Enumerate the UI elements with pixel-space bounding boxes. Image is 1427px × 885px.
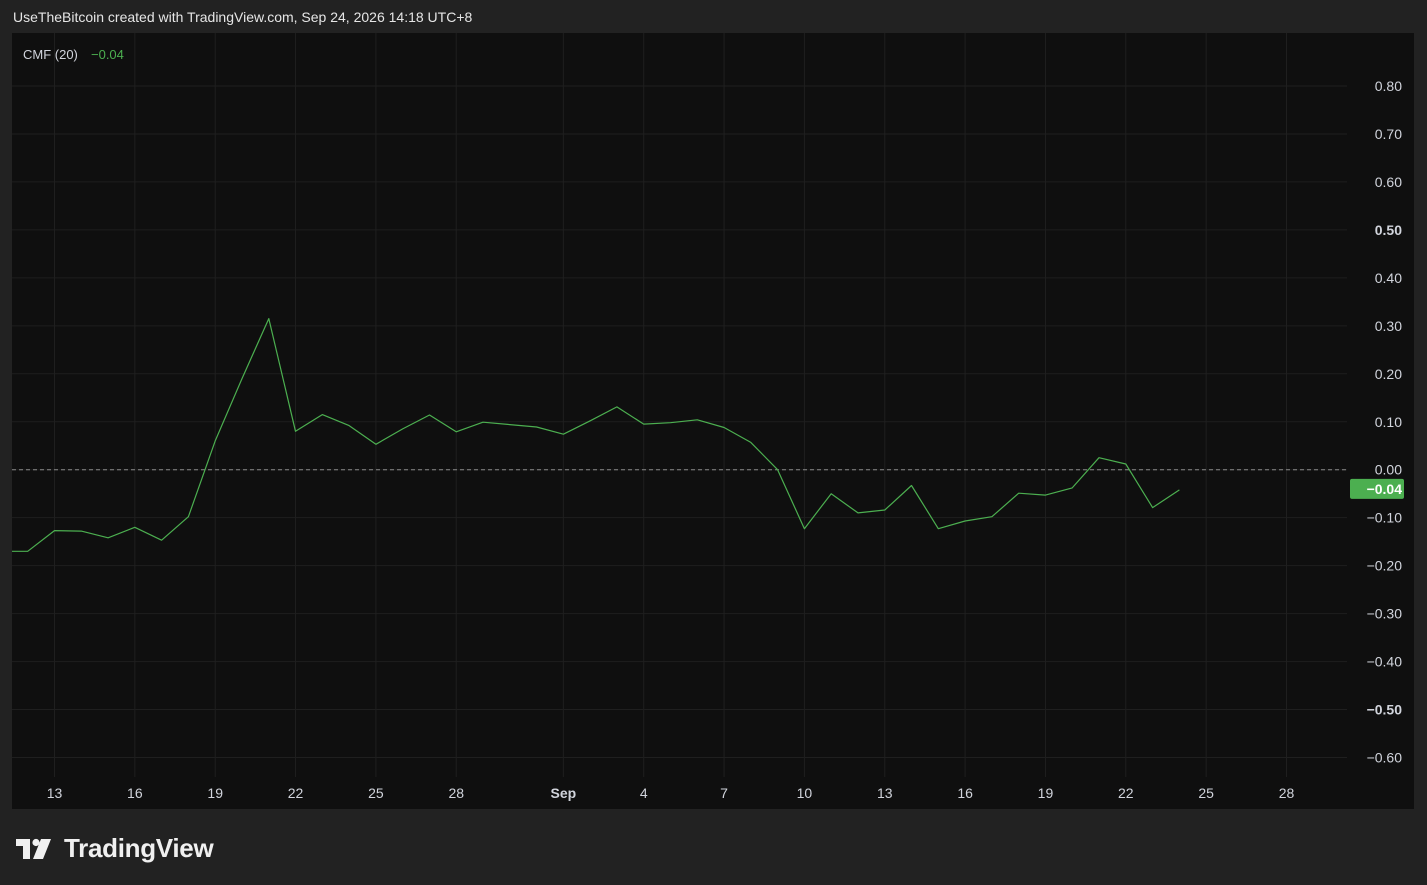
chart-panel[interactable]: 0.80 0.70 0.60 0.50 0.40 0.30 0.20 0.10 0.00 −0.1… [12,33,1414,809]
x-tick-label: 22 [1118,785,1134,801]
x-tick-label: 28 [448,785,464,801]
x-tick-label: 25 [368,785,384,801]
x-tick-label: 28 [1279,785,1295,801]
y-tick-label: 0.30 [1375,318,1402,334]
y-tick-label: 0.20 [1375,366,1402,382]
chart-attribution: UseTheBitcoin created with TradingView.c… [13,9,473,25]
last-value-text: −0.04 [1367,481,1403,497]
y-tick-label: 0.10 [1375,414,1402,430]
x-tick-label: 7 [720,785,728,801]
x-tick-label: 19 [1038,785,1054,801]
y-tick-label: −0.10 [1367,510,1403,526]
y-tick-label: 0.50 [1375,222,1402,238]
x-tick-label: 10 [797,785,813,801]
x-tick-label: 22 [288,785,304,801]
y-tick-label: −0.40 [1367,654,1403,670]
y-tick-label: 0.40 [1375,270,1402,286]
x-axis[interactable]: 13 16 19 22 25 28 Sep 4 7 10 13 16 19 22 25 28 [47,785,1295,801]
y-axis[interactable]: 0.80 0.70 0.60 0.50 0.40 0.30 0.20 0.10 0.00 −0.1… [1367,78,1403,766]
y-tick-label: −0.30 [1367,606,1403,622]
y-tick-label: −0.50 [1367,702,1403,718]
y-tick-label: −0.20 [1367,558,1403,574]
legend-indicator-name: CMF (20) [23,47,78,62]
series-layer [12,318,1180,552]
x-tick-label: 13 [877,785,893,801]
cmf-line [12,318,1180,552]
last-value-marker: −0.04 [1350,478,1404,499]
indicator-legend[interactable]: CMF (20) −0.04 [23,47,124,62]
x-tick-label: 13 [47,785,63,801]
y-tick-label: 0.00 [1375,462,1402,478]
y-tick-label: 0.70 [1375,126,1402,142]
grid [12,33,1347,777]
y-tick-label: 0.80 [1375,78,1402,94]
x-tick-label: 25 [1198,785,1214,801]
y-tick-label: 0.60 [1375,174,1402,190]
legend-indicator-value: −0.04 [91,47,124,62]
x-tick-label: 16 [957,785,973,801]
y-tick-label: −0.60 [1367,750,1403,766]
tradingview-branding[interactable]: TradingView [14,833,214,864]
x-tick-label: 19 [207,785,223,801]
x-tick-label: 16 [127,785,143,801]
tradingview-logo-icon [16,838,51,859]
cmf-chart[interactable]: 0.80 0.70 0.60 0.50 0.40 0.30 0.20 0.10 0.00 −0.1… [12,33,1414,809]
x-tick-label: Sep [551,785,577,801]
brand-wordmark: TradingView [64,833,214,863]
x-tick-label: 4 [640,785,648,801]
